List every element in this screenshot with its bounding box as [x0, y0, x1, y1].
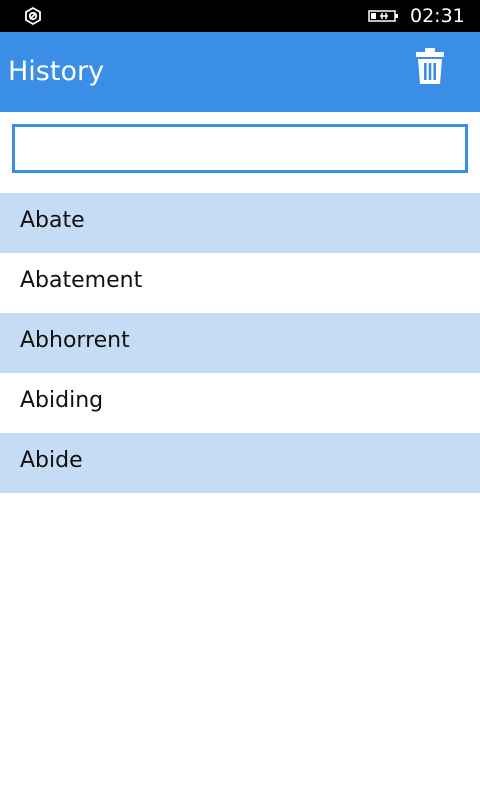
clear-history-button[interactable]	[410, 42, 450, 90]
sync-icon	[25, 7, 41, 25]
status-bar: 02:31	[0, 0, 480, 32]
page-title: History	[8, 56, 105, 87]
history-item-label: Abate	[20, 208, 85, 233]
history-item-label: Abatement	[20, 268, 143, 293]
history-item-label: Abide	[20, 448, 83, 473]
status-time: 02:31	[410, 5, 465, 27]
history-item[interactable]: Abiding	[0, 373, 480, 433]
history-item[interactable]: Abate	[0, 193, 480, 253]
app-header: History	[0, 32, 480, 112]
history-item[interactable]: Abatement	[0, 253, 480, 313]
history-item[interactable]: Abhorrent	[0, 313, 480, 373]
trash-icon	[416, 48, 444, 84]
battery-charging-icon	[368, 10, 398, 22]
history-item-label: Abiding	[20, 388, 104, 413]
history-item-label: Abhorrent	[20, 328, 130, 353]
search-input[interactable]	[12, 124, 468, 173]
history-list: Abate Abatement Abhorrent Abiding Abide	[0, 193, 480, 493]
history-item[interactable]: Abide	[0, 433, 480, 493]
